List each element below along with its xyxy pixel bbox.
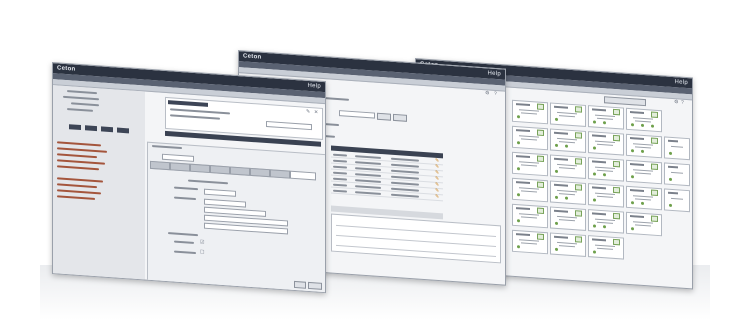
device-card[interactable]	[626, 107, 662, 133]
log-line	[57, 147, 107, 153]
tab-audio[interactable]	[210, 165, 230, 175]
device-card[interactable]	[550, 206, 586, 231]
device-card[interactable]	[588, 235, 624, 260]
tab-display[interactable]	[230, 166, 250, 176]
help-icon[interactable]: ?	[494, 91, 497, 97]
dialog-select[interactable]	[162, 153, 194, 162]
log-line	[57, 165, 99, 171]
close-icon[interactable]: ✕	[314, 109, 318, 115]
device-card[interactable]	[550, 180, 586, 205]
left-window: Ceton Help ✎ ✕ ☑ ☐	[52, 62, 326, 294]
tab-video[interactable]	[190, 163, 210, 174]
summary-line	[170, 114, 220, 120]
device-card[interactable]	[512, 99, 548, 125]
log-line	[57, 177, 103, 183]
tree-action-button[interactable]	[101, 126, 113, 133]
tree-action-button[interactable]	[85, 125, 97, 132]
help-icon[interactable]: ?	[681, 100, 684, 106]
device-card[interactable]	[512, 229, 548, 255]
log-line	[57, 153, 97, 159]
tree-item[interactable]	[67, 108, 93, 112]
edit-icon[interactable]: ✎	[435, 194, 439, 200]
device-card[interactable]	[664, 136, 690, 161]
gear-icon[interactable]: ⚙	[674, 99, 678, 105]
middle-window-title: Ceton	[243, 53, 262, 61]
device-card[interactable]	[626, 133, 662, 159]
tab-power[interactable]	[270, 169, 290, 179]
checkbox-icon[interactable]: ☑	[200, 239, 204, 245]
screenshot-stage: Ceton Help ⚙ ?	[0, 0, 750, 330]
gear-icon[interactable]: ⚙	[485, 90, 489, 96]
dialog-title	[152, 144, 182, 150]
form-label	[174, 196, 196, 201]
device-card[interactable]	[664, 188, 690, 213]
log-line	[57, 195, 95, 201]
device-card[interactable]	[626, 185, 662, 211]
summary-header	[168, 100, 208, 107]
device-card[interactable]	[550, 154, 586, 179]
tab-network[interactable]	[170, 162, 190, 172]
search-button[interactable]	[377, 112, 391, 121]
log-line	[57, 141, 101, 147]
form-label	[174, 250, 196, 255]
config-dialog: ☑ ☐	[147, 141, 326, 294]
tree-item[interactable]	[71, 102, 99, 107]
ok-button[interactable]	[294, 280, 306, 289]
device-card[interactable]	[588, 131, 624, 156]
device-card[interactable]	[664, 162, 690, 187]
form-label	[174, 240, 194, 244]
clear-button[interactable]	[393, 113, 407, 122]
device-card[interactable]	[626, 159, 662, 185]
device-card[interactable]	[588, 105, 624, 130]
summary-input[interactable]	[266, 120, 312, 131]
device-card[interactable]	[512, 151, 548, 177]
tab-advanced[interactable]	[290, 170, 316, 181]
tab-general[interactable]	[150, 160, 170, 171]
checkbox-icon[interactable]: ☐	[200, 249, 204, 255]
device-card[interactable]	[626, 211, 662, 237]
right-window-filter-button[interactable]	[604, 96, 646, 107]
cancel-button[interactable]	[308, 281, 322, 290]
form-field[interactable]	[204, 188, 236, 197]
device-card[interactable]	[512, 203, 548, 229]
device-card[interactable]	[512, 177, 548, 203]
log-line	[57, 159, 105, 165]
edit-icon[interactable]: ✎	[306, 109, 310, 115]
log-line	[57, 189, 101, 195]
form-label	[168, 232, 198, 237]
left-window-title: Ceton	[57, 65, 76, 73]
device-card[interactable]	[588, 183, 624, 208]
form-label	[174, 186, 198, 191]
tab-security[interactable]	[250, 167, 270, 178]
details-panel	[331, 213, 501, 264]
tree-sidebar	[53, 85, 145, 280]
device-card[interactable]	[550, 232, 586, 257]
tree-item[interactable]	[67, 90, 97, 95]
device-card[interactable]	[588, 157, 624, 182]
form-label	[188, 179, 228, 185]
tree-action-button[interactable]	[117, 127, 129, 134]
device-card[interactable]	[550, 128, 586, 153]
log-line	[57, 183, 97, 189]
search-input[interactable]	[339, 110, 375, 119]
device-card[interactable]	[512, 125, 548, 151]
device-card[interactable]	[550, 102, 586, 127]
summary-line	[170, 108, 230, 115]
tree-action-button[interactable]	[69, 124, 81, 131]
tree-item[interactable]	[63, 95, 99, 101]
device-card[interactable]	[588, 209, 624, 234]
